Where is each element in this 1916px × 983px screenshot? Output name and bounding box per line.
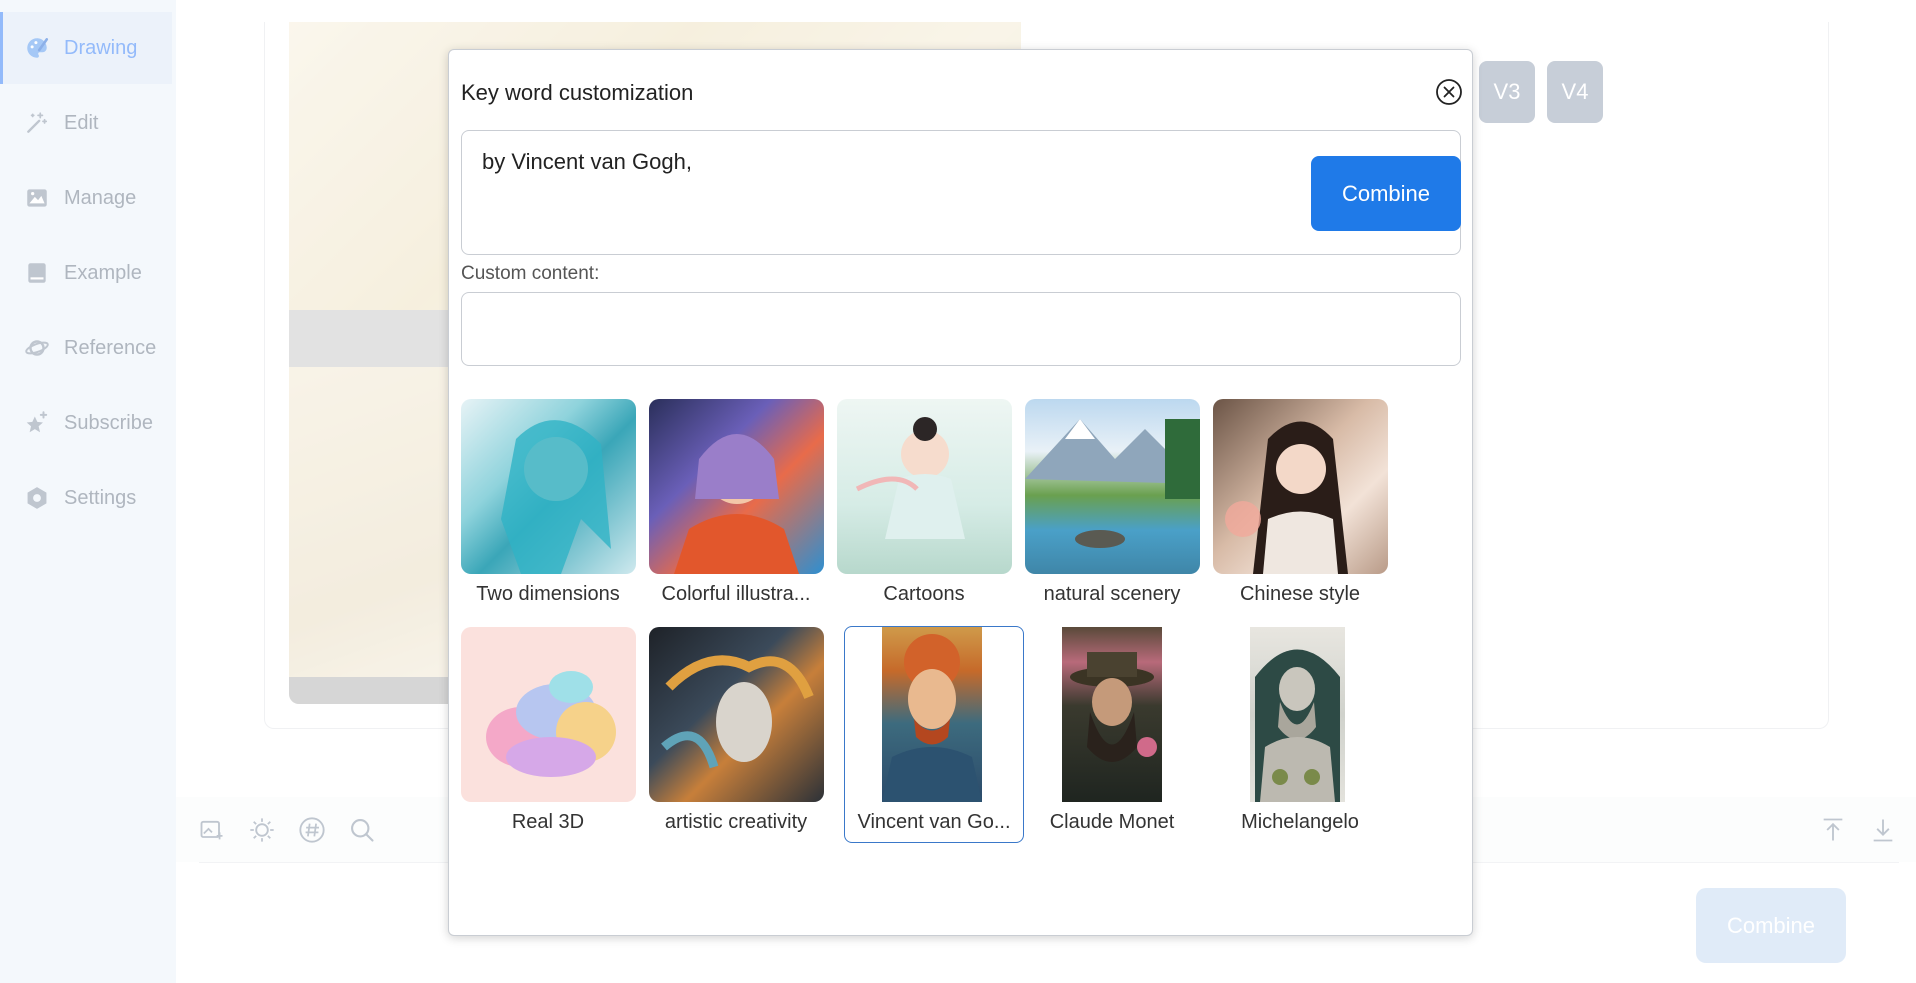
style-label: Colorful illustra... <box>661 583 811 605</box>
style-tile-two-dimensions[interactable]: Two dimensions <box>453 399 636 615</box>
style-thumbnail <box>1213 399 1388 574</box>
style-thumbnail <box>1250 627 1345 802</box>
style-thumbnail <box>882 627 982 802</box>
style-tile-real-3d[interactable]: Real 3D <box>453 627 636 843</box>
custom-content-label: Custom content: <box>461 263 600 284</box>
style-label: Claude Monet <box>1049 811 1175 833</box>
style-label: Vincent van Go... <box>857 811 1011 833</box>
style-thumbnail <box>1025 399 1200 574</box>
style-label: Two dimensions <box>476 583 620 605</box>
keyword-customization-modal: Key word customization by Vincent van Go… <box>448 49 1473 936</box>
style-label: artistic creativity <box>664 811 808 833</box>
style-thumbnail <box>837 399 1012 574</box>
style-thumbnail <box>461 627 636 802</box>
style-tile-cartoons[interactable]: Cartoons <box>829 399 1012 615</box>
style-tile-chinese-style[interactable]: Chinese style <box>1205 399 1388 615</box>
custom-content-input[interactable] <box>461 292 1461 366</box>
style-tile-michelangelo[interactable]: Michelangelo <box>1205 627 1385 843</box>
style-thumbnail <box>649 627 824 802</box>
style-thumbnail <box>461 399 636 574</box>
style-thumbnail <box>1062 627 1162 802</box>
style-label: Real 3D <box>511 811 585 833</box>
combine-button[interactable]: Combine <box>1311 156 1461 231</box>
style-tile-colorful-illustration[interactable]: Colorful illustra... <box>641 399 824 615</box>
keyword-text: by Vincent van Gogh, <box>482 149 692 174</box>
style-tile-claude-monet[interactable]: Claude Monet <box>1017 627 1197 843</box>
style-tile-natural-scenery[interactable]: natural scenery <box>1017 399 1200 615</box>
style-tile-artistic-creativity[interactable]: artistic creativity <box>641 627 824 843</box>
style-label: Michelangelo <box>1241 811 1359 833</box>
style-thumbnail <box>649 399 824 574</box>
modal-title: Key word customization <box>461 80 694 105</box>
style-label: Chinese style <box>1239 583 1361 605</box>
style-label: natural scenery <box>1043 583 1181 605</box>
style-label: Cartoons <box>883 583 965 605</box>
close-icon[interactable] <box>1435 78 1463 106</box>
keyword-textarea[interactable]: by Vincent van Gogh, Combine <box>461 130 1461 255</box>
style-tile-vincent-van-gogh[interactable]: Vincent van Go... <box>844 626 1024 843</box>
